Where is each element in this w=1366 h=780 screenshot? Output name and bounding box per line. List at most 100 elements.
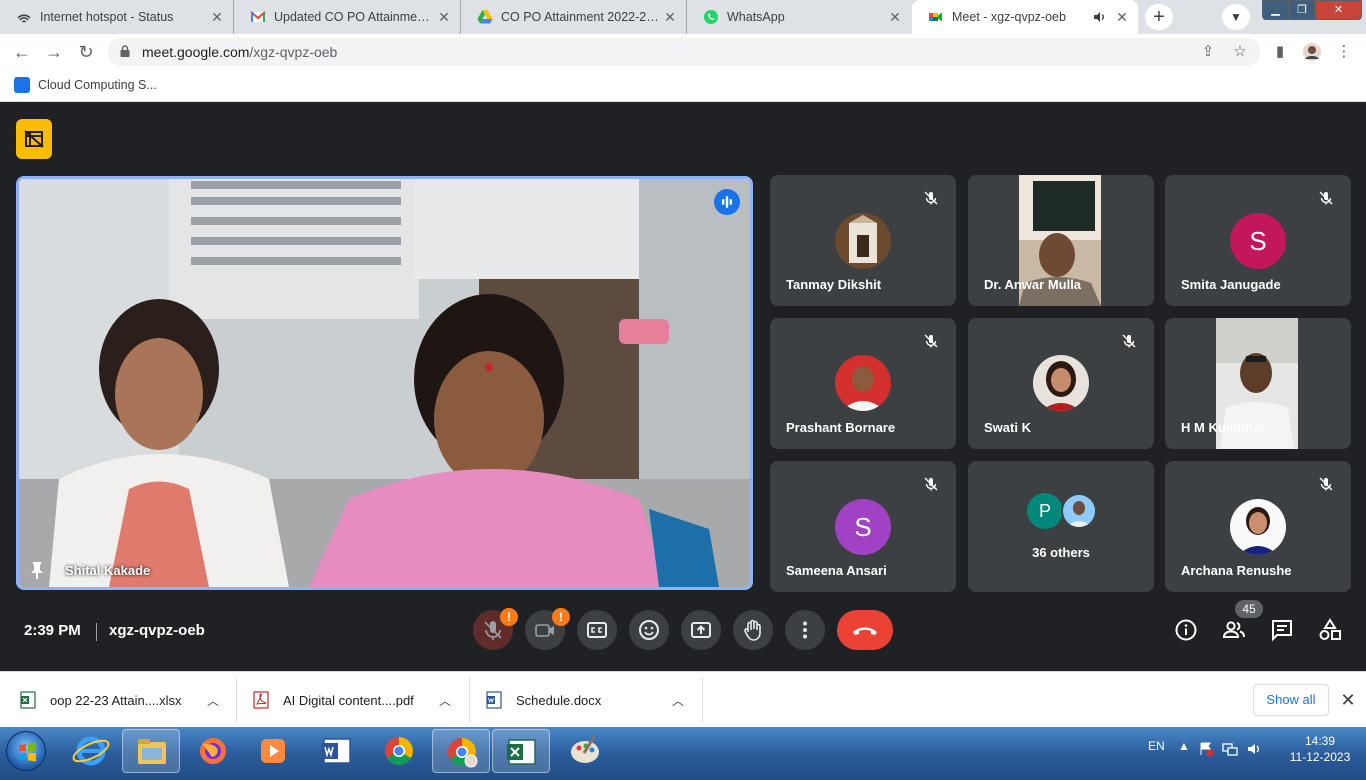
taskbar-excel[interactable] [492, 729, 550, 773]
tab-drive[interactable]: CO PO Attainment 2022-23 - G ✕ [461, 0, 687, 34]
speaker-video [19, 179, 750, 587]
download-item-pdf[interactable]: AI Digital content....pdf ︿ [253, 672, 463, 728]
activities-icon[interactable] [1317, 617, 1343, 643]
meeting-code: xgz-qvpz-oeb [109, 622, 205, 639]
close-tab-icon[interactable]: ✕ [209, 9, 225, 26]
more-options-button[interactable] [785, 610, 825, 650]
screen: Internet hotspot - Status ✕ Updated CO P… [0, 0, 1366, 780]
url-text: meet.google.com/xgz-qvpz-oeb [142, 44, 337, 60]
close-tab-icon[interactable]: ✕ [662, 9, 678, 26]
participant-tile-prashant[interactable]: Prashant Bornare [770, 318, 956, 449]
participant-name: 36 others [1032, 545, 1090, 560]
close-window-icon[interactable]: ✕ [1315, 0, 1362, 20]
taskbar-paint[interactable] [556, 729, 614, 773]
new-tab-button[interactable]: + [1145, 4, 1173, 30]
url-path: /xgz-qvpz-oeb [249, 44, 338, 60]
leave-call-button[interactable] [837, 610, 893, 650]
taskbar-chrome-profile[interactable] [432, 729, 490, 773]
maximize-icon[interactable]: ❐ [1289, 0, 1315, 20]
participant-tile-tanmay[interactable]: Tanmay Dikshit [770, 175, 956, 306]
word-icon [322, 738, 351, 764]
meeting-clock: 2:39 PM [24, 622, 81, 639]
taskbar-chrome[interactable] [370, 729, 428, 773]
chrome-icon [448, 738, 478, 768]
reactions-button[interactable] [629, 610, 669, 650]
close-tab-icon[interactable]: ✕ [887, 9, 903, 26]
camera-alert-badge: ! [552, 608, 570, 626]
taskbar-word[interactable] [308, 729, 366, 773]
tray-show-hidden-icon[interactable]: ▲ [1178, 739, 1190, 753]
people-icon[interactable] [1221, 617, 1247, 643]
participant-tile-archana[interactable]: Archana Renushe [1165, 461, 1351, 592]
pinned-participant-label: Shital Kakade [29, 561, 150, 579]
participant-name: Prashant Bornare [786, 420, 896, 435]
tab-title: Internet hotspot - Status [40, 10, 174, 24]
presentation-badge[interactable] [16, 119, 52, 159]
closed-captions-icon [587, 622, 607, 638]
raise-hand-button[interactable] [733, 610, 773, 650]
avatar-letter: S [835, 499, 891, 555]
meeting-details-info-icon[interactable] [1173, 617, 1199, 643]
share-icon[interactable]: ⇪ [1196, 40, 1220, 64]
profile-avatar[interactable] [1300, 40, 1324, 64]
tab-gmail[interactable]: Updated CO PO Attainment Sh ✕ [234, 0, 461, 34]
browser-menu-icon[interactable]: ⋮ [1332, 40, 1356, 64]
side-panel-icon[interactable]: ▮ [1268, 40, 1292, 64]
back-arrow-icon[interactable]: ← [10, 40, 34, 64]
chevron-up-icon[interactable]: ︿ [207, 692, 219, 709]
participant-tile-sameena[interactable]: S Sameena Ansari [770, 461, 956, 592]
close-tab-icon[interactable]: ✕ [436, 9, 452, 26]
participant-tile-smita[interactable]: S Smita Janugade [1165, 175, 1351, 306]
internet-explorer-icon [72, 736, 110, 766]
chevron-up-icon[interactable]: ︿ [672, 692, 684, 709]
show-all-downloads-button[interactable]: Show all [1253, 684, 1329, 716]
close-tab-icon[interactable]: ✕ [1114, 9, 1130, 26]
participant-tile-anwar[interactable]: Dr. Anwar Mulla [968, 175, 1154, 306]
taskbar-firefox[interactable] [184, 729, 242, 773]
tab-search-chevron-down-icon[interactable]: ▼ [1222, 4, 1250, 30]
download-item-docx[interactable]: Schedule.docx ︿ [486, 672, 696, 728]
action-center-flag-icon[interactable] [1198, 741, 1214, 757]
tab-whatsapp[interactable]: WhatsApp ✕ [687, 0, 911, 34]
hang-up-icon [853, 627, 877, 635]
chevron-up-icon[interactable]: ︿ [439, 692, 451, 709]
pin-icon[interactable] [29, 561, 45, 579]
network-icon[interactable] [1222, 741, 1238, 757]
reload-icon[interactable]: ↻ [74, 40, 98, 64]
participant-name: Swati K [984, 420, 1031, 435]
download-item-xlsx[interactable]: oop 22-23 Attain....xlsx ︿ [20, 672, 230, 728]
address-bar[interactable]: meet.google.com/xgz-qvpz-oeb ⇪ ☆ [108, 38, 1260, 66]
participant-tile-others[interactable]: P 36 others [968, 461, 1154, 592]
bookmark-cloud-computing[interactable]: Cloud Computing S... [14, 77, 157, 93]
pinned-speaker-tile[interactable]: Shital Kakade [16, 176, 753, 590]
participant-tile-kumbhar[interactable]: H M Kumbhar [1165, 318, 1351, 449]
start-button[interactable] [6, 731, 46, 771]
participant-name: Archana Renushe [1181, 563, 1292, 578]
close-downloads-icon[interactable]: ✕ [1338, 688, 1358, 712]
taskbar-media-player[interactable] [244, 729, 302, 773]
forward-arrow-icon[interactable]: → [42, 40, 66, 64]
taskbar-internet-explorer[interactable] [62, 729, 120, 773]
downloads-bar: oop 22-23 Attain....xlsx ︿ AI Digital co… [0, 671, 1366, 727]
download-filename: Schedule.docx [516, 692, 602, 708]
input-language[interactable]: EN [1148, 739, 1165, 753]
tab-internet-hotspot[interactable]: Internet hotspot - Status ✕ [0, 0, 234, 34]
cloud-icon [14, 77, 30, 93]
browser-toolbar: ← → ↻ meet.google.com/xgz-qvpz-oeb ⇪ ☆ ▮… [0, 34, 1366, 70]
lock-icon[interactable] [120, 45, 130, 57]
bookmark-star-icon[interactable]: ☆ [1228, 40, 1252, 64]
audio-playing-icon[interactable] [1092, 10, 1106, 24]
present-screen-button[interactable] [681, 610, 721, 650]
system-clock[interactable]: 14:39 11-12-2023 [1282, 733, 1358, 765]
media-player-icon [261, 739, 285, 763]
tab-meet[interactable]: Meet - xgz-qvpz-oeb ✕ [912, 0, 1138, 34]
tab-title: CO PO Attainment 2022-23 - G [501, 10, 662, 24]
avatar [835, 355, 891, 411]
participant-tile-swati[interactable]: Swati K [968, 318, 1154, 449]
volume-icon[interactable] [1246, 741, 1262, 757]
taskbar-file-explorer[interactable] [122, 729, 180, 773]
captions-button[interactable] [577, 610, 617, 650]
window-controls: ▁ ❐ ✕ [1262, 0, 1362, 20]
minimize-icon[interactable]: ▁ [1262, 0, 1289, 20]
chat-icon[interactable] [1269, 617, 1295, 643]
